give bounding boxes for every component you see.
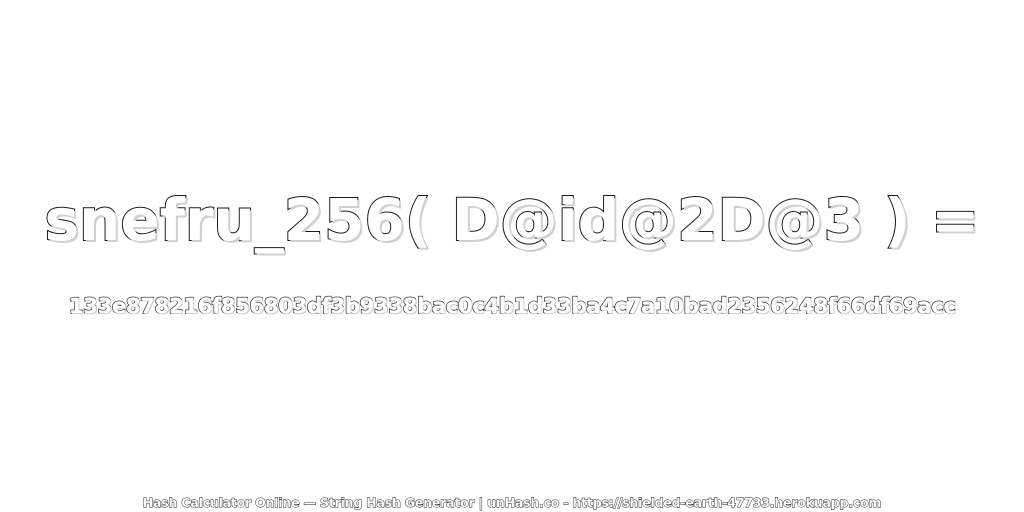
hash-expression: snefru_256( D@id@2D@3 ) =: [44, 185, 981, 255]
footer-credit: Hash Calculator Online — String Hash Gen…: [142, 495, 882, 511]
hash-value: 133e878216f856803df3b9338bac0c4b1d33ba4c…: [68, 293, 957, 319]
